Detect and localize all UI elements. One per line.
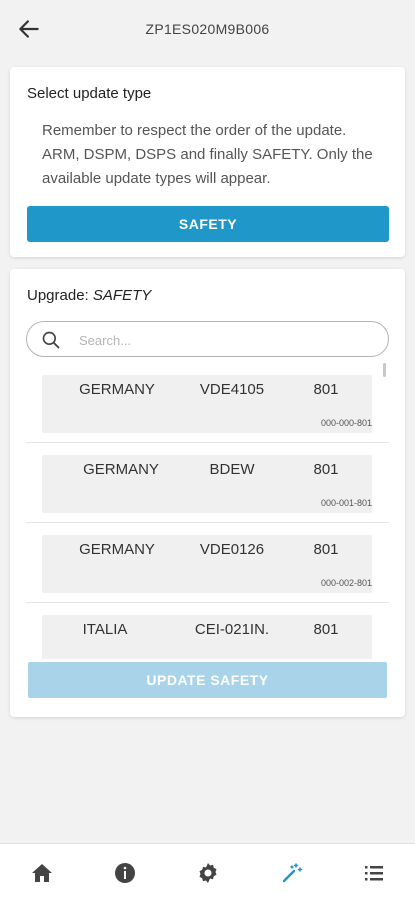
home-icon[interactable]: [29, 861, 55, 885]
list-item[interactable]: GERMANY VDE4105 801 000-000-801: [26, 363, 389, 443]
item-code: 001-000-801: [292, 658, 372, 659]
list-icon[interactable]: [361, 861, 387, 885]
item-norm: VDE4105: [199, 381, 265, 398]
list-item[interactable]: GERMANY VDE0126 801 000-002-801: [26, 523, 389, 603]
item-country: ITALIA: [82, 621, 128, 638]
item-number: 801: [313, 381, 339, 398]
item-norm: CEI-021IN.: [194, 621, 270, 638]
item-code: 000-001-801: [320, 498, 372, 508]
item-code: 000-000-801: [320, 418, 372, 428]
item-country: GERMANY: [83, 461, 159, 478]
update-type-card: Select update type Remember to respect t…: [10, 67, 405, 257]
update-order-info: Remember to respect the order of the upd…: [42, 122, 373, 187]
wand-icon[interactable]: [279, 861, 305, 885]
search-input[interactable]: [79, 330, 369, 350]
update-safety-button[interactable]: UPDATE SAFETY: [28, 662, 387, 698]
back-arrow-icon[interactable]: [16, 16, 42, 42]
upgrade-card: Upgrade: SAFETY GERMANY VDE4105 801 000-…: [10, 269, 405, 717]
info-icon[interactable]: [112, 861, 138, 885]
item-norm: VDE0126: [199, 541, 265, 558]
item-norm: BDEW: [209, 461, 255, 478]
page-title: ZP1ES020M9B006: [145, 21, 270, 37]
item-number: 801: [313, 541, 339, 558]
firmware-list: GERMANY VDE4105 801 000-000-801 GERMANY …: [26, 363, 389, 659]
upgrade-label: Upgrade: SAFETY: [27, 287, 151, 304]
update-type-title: Select update type: [27, 85, 152, 102]
list-scrollbar[interactable]: [383, 363, 386, 377]
safety-type-button[interactable]: SAFETY: [27, 206, 389, 242]
upgrade-label-text: Upgrade:: [27, 287, 89, 304]
top-bar: ZP1ES020M9B006: [0, 0, 415, 58]
list-item-box: GERMANY VDE4105 801 000-000-801: [42, 375, 372, 433]
item-number: 801: [313, 621, 339, 638]
list-item[interactable]: ITALIA CEI-021IN. 801 001-000-801: [26, 603, 389, 659]
bottom-nav: [0, 843, 415, 900]
item-country: GERMANY: [79, 541, 155, 558]
search-box[interactable]: [26, 321, 389, 357]
list-item-box: ITALIA CEI-021IN. 801 001-000-801: [42, 615, 372, 659]
list-item[interactable]: GERMANY BDEW 801 000-001-801: [26, 443, 389, 523]
upgrade-value: SAFETY: [92, 287, 152, 304]
item-code: 000-002-801: [320, 578, 372, 588]
item-number: 801: [313, 461, 339, 478]
settings-icon[interactable]: [195, 861, 221, 885]
search-icon: [42, 331, 60, 349]
item-country: GERMANY: [79, 381, 155, 398]
list-item-box: GERMANY BDEW 801 000-001-801: [42, 455, 372, 513]
list-item-box: GERMANY VDE0126 801 000-002-801: [42, 535, 372, 593]
